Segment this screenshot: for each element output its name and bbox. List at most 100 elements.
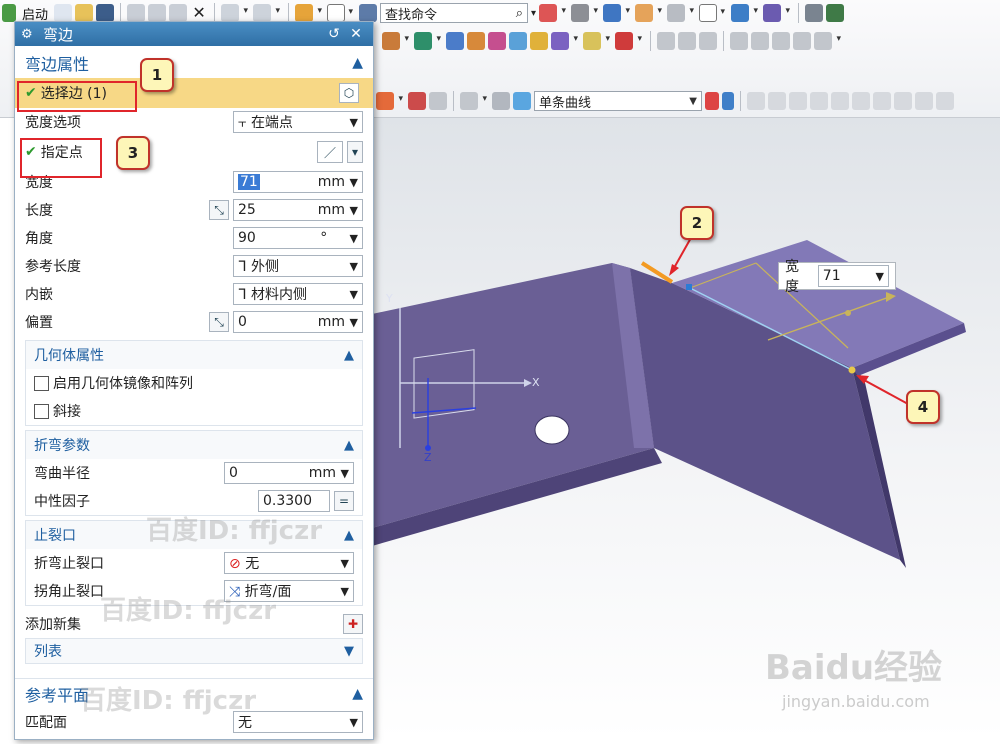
delete-icon[interactable]: ✕ xyxy=(190,4,208,22)
ref-length-select[interactable]: ᒣ 外侧 ▼ xyxy=(233,255,363,277)
width-popup[interactable]: 宽度 71 ▼ xyxy=(778,259,896,295)
chevron-down-icon[interactable]: ▼ xyxy=(350,288,358,301)
background-icon[interactable] xyxy=(699,4,725,22)
gusset-icon[interactable] xyxy=(551,32,578,50)
contour-flange-icon[interactable] xyxy=(446,32,464,50)
fit-view-icon[interactable] xyxy=(539,4,566,22)
angle-field[interactable]: 90 ° ▼ xyxy=(233,227,363,249)
louver-icon[interactable] xyxy=(467,32,485,50)
chevron-down-icon[interactable]: ▼ xyxy=(341,585,349,598)
snap-plus-icon[interactable] xyxy=(915,92,933,110)
chevron-up-icon[interactable]: ▲ xyxy=(344,348,354,363)
width-option-select[interactable]: ⫟ 在端点 ▼ xyxy=(233,111,363,133)
layer-icon[interactable] xyxy=(635,4,662,22)
arrow-icon[interactable] xyxy=(722,92,734,110)
redo-icon[interactable] xyxy=(253,4,280,22)
undo-icon[interactable] xyxy=(221,4,248,22)
open-folder-icon[interactable] xyxy=(75,4,94,22)
bead-icon[interactable] xyxy=(530,32,548,50)
selection-box-icon[interactable] xyxy=(460,92,487,110)
search-command-icon[interactable] xyxy=(359,4,378,22)
drawn-cutout-icon[interactable] xyxy=(509,32,527,50)
snap-point-on-icon[interactable] xyxy=(873,92,891,110)
feature-icon-e[interactable] xyxy=(751,32,769,50)
command-finder-icon[interactable] xyxy=(295,4,322,22)
window-icon[interactable] xyxy=(327,4,353,22)
curve-snap-icon[interactable] xyxy=(705,92,719,110)
snap-quadrant-icon[interactable] xyxy=(852,92,870,110)
snap-existing-icon[interactable] xyxy=(894,92,912,110)
match-face-select[interactable]: 无 ▼ xyxy=(233,711,363,733)
relief-section-header[interactable]: 止裂口 ▲ xyxy=(26,521,362,549)
corner-icon[interactable] xyxy=(583,32,610,50)
paste-icon[interactable] xyxy=(169,4,188,22)
dialog-titlebar[interactable]: ⚙ 弯边 ↺ ✕ xyxy=(15,22,373,46)
width-popup-field[interactable]: 71 ▼ xyxy=(817,265,889,287)
add-set-icon[interactable]: ✚ xyxy=(343,614,363,634)
snap-line-icon[interactable] xyxy=(936,92,954,110)
snap-center-icon[interactable] xyxy=(831,92,849,110)
sheet-icon[interactable] xyxy=(826,4,845,22)
cube-icon[interactable] xyxy=(513,92,531,110)
bend-radius-field[interactable]: 0 mm ▼ xyxy=(224,462,354,484)
copy-icon[interactable] xyxy=(148,4,167,22)
section-reference-plane[interactable]: 参考平面 ▲ xyxy=(15,678,373,708)
snap-midpoint-icon[interactable] xyxy=(768,92,786,110)
show-hide-icon[interactable] xyxy=(667,4,694,22)
edge-select-icon[interactable]: ⬡ xyxy=(339,83,359,103)
bend-section-header[interactable]: 折弯参数 ▲ xyxy=(26,431,362,459)
command-search-input[interactable]: 查找命令 ⌕ xyxy=(380,3,529,23)
feature-icon-h[interactable] xyxy=(814,32,841,50)
chevron-up-icon[interactable]: ▲ xyxy=(352,686,363,702)
bend-icon[interactable] xyxy=(414,32,441,50)
chevron-up-icon[interactable]: ▲ xyxy=(352,55,363,71)
length-handle[interactable] xyxy=(845,310,851,316)
close-icon[interactable]: ✕ xyxy=(345,26,367,42)
chevron-down-icon[interactable]: ▼ xyxy=(350,260,358,273)
reverse-direction-icon[interactable]: ⤡ xyxy=(209,200,229,220)
reset-icon[interactable]: ↺ xyxy=(323,26,345,42)
chevron-down-icon[interactable]: ▼ xyxy=(341,467,349,480)
cut-icon[interactable] xyxy=(127,4,146,22)
inset-select[interactable]: ᒣ 材料内侧 ▼ xyxy=(233,283,363,305)
feature-icon-b[interactable] xyxy=(678,32,696,50)
flat-pattern-icon[interactable] xyxy=(615,32,642,50)
equals-icon[interactable]: = xyxy=(334,491,354,511)
snap-icon[interactable] xyxy=(731,4,758,22)
feature-icon-g[interactable] xyxy=(793,32,811,50)
gear-icon[interactable]: ⚙ xyxy=(21,27,37,42)
mirror-pattern-checkbox[interactable] xyxy=(34,375,49,391)
chevron-down-icon[interactable]: ▼ xyxy=(350,204,358,217)
chevron-down-icon[interactable]: ▼ xyxy=(350,232,358,245)
new-file-icon[interactable] xyxy=(54,4,73,22)
chevron-up-icon[interactable]: ▲ xyxy=(344,438,354,453)
feature-icon-c[interactable] xyxy=(699,32,717,50)
list-icon[interactable] xyxy=(805,4,824,22)
tab-icon[interactable] xyxy=(382,32,409,50)
end-point-handle[interactable] xyxy=(848,366,856,374)
select-all-icon[interactable] xyxy=(429,92,447,110)
chevron-down-icon[interactable]: ▼ xyxy=(341,557,349,570)
neutral-factor-field[interactable]: 0.3300 xyxy=(258,490,330,512)
feature-icon-d[interactable] xyxy=(730,32,748,50)
chevron-down-icon[interactable]: ▼ xyxy=(350,316,358,329)
mirror-pattern-row[interactable]: 启用几何体镜像和阵列 xyxy=(26,369,362,397)
offset-field[interactable]: 0 mm ▼ xyxy=(233,311,363,333)
save-icon[interactable] xyxy=(96,4,115,22)
point-dialog-icon[interactable]: ／ xyxy=(317,141,343,163)
dimple-icon[interactable] xyxy=(488,32,506,50)
curve-rule-select[interactable]: 单条曲线 ▼ xyxy=(534,91,702,111)
feature-icon-f[interactable] xyxy=(772,32,790,50)
list-section-header[interactable]: 列表 ▼ xyxy=(26,639,362,663)
view-orient-icon[interactable] xyxy=(603,4,630,22)
chevron-down-icon[interactable]: ▼ xyxy=(350,716,358,729)
chamfer-label[interactable]: 斜接 xyxy=(53,401,81,421)
filter-icon[interactable] xyxy=(408,92,426,110)
feature-icon-a[interactable] xyxy=(657,32,675,50)
snap-intersect-icon[interactable] xyxy=(810,92,828,110)
start-menu[interactable]: 启动 xyxy=(19,4,51,23)
chevron-down-icon[interactable]: ▼ xyxy=(350,176,358,189)
length-field[interactable]: 25 mm ▼ xyxy=(233,199,363,221)
start-point-handle[interactable] xyxy=(686,284,692,290)
corner-relief-select[interactable]: ⤨ 折弯/面 ▼ xyxy=(224,580,354,602)
